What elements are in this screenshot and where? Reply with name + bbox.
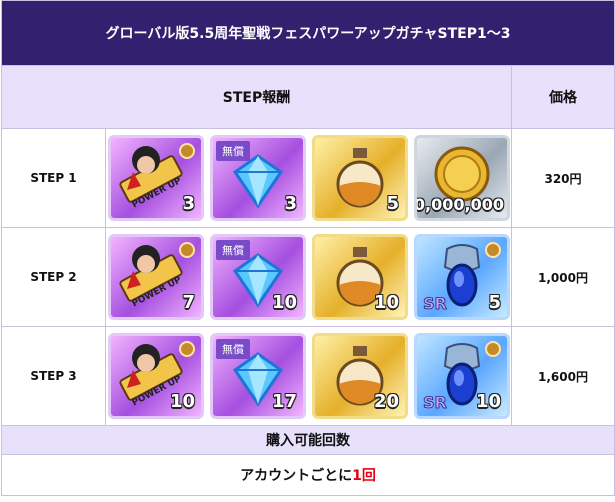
item-quantity: 50,000,000 <box>414 195 504 214</box>
reward-item: POWER UP 10 <box>108 333 204 419</box>
reward-item: POWER UP 3 <box>108 135 204 221</box>
item-quantity: 10 <box>271 292 297 313</box>
step-row-2: STEP 2 POWER UP 7 無償 10 10 SR 5 1,000円 <box>1 227 615 327</box>
step-label: STEP 3 <box>1 326 106 426</box>
price-header: 価格 <box>510 65 615 129</box>
rank-mark-icon <box>179 143 195 159</box>
reward-item: 20 <box>312 333 408 419</box>
free-badge: 無償 <box>216 141 250 161</box>
free-badge: 無償 <box>216 240 250 260</box>
reward-item: POWER UP 7 <box>108 234 204 320</box>
price-value: 320円 <box>510 128 615 228</box>
reward-item: 無償 17 <box>210 333 306 419</box>
purchase-limit-text: アカウントごとに1回 <box>0 454 615 496</box>
reward-item: 50,000,000 <box>414 135 510 221</box>
item-quantity: 10 <box>373 292 399 313</box>
reward-item: SR 5 <box>414 234 510 320</box>
purchase-limit-count: 1回 <box>352 468 376 484</box>
item-quantity: 10 <box>169 391 195 412</box>
svg-text:SR: SR <box>423 294 447 313</box>
purchase-limit-prefix: アカウントごとに <box>240 468 353 484</box>
item-quantity: 5 <box>488 292 501 313</box>
free-badge: 無償 <box>216 339 250 359</box>
svg-text:SR: SR <box>423 393 447 412</box>
reward-item: 10 <box>312 234 408 320</box>
step-label: STEP 1 <box>1 128 106 228</box>
step-row-1: STEP 1 POWER UP 3 無償 3 5 0,000,000 320円 <box>1 128 615 228</box>
item-quantity: 7 <box>182 292 195 313</box>
reward-item: 無償 3 <box>210 135 306 221</box>
step-row-3: STEP 3 POWER UP 10 無償 17 20 SR 10 1,600円 <box>1 326 615 426</box>
price-value: 1,000円 <box>510 227 615 327</box>
price-value: 1,600円 <box>510 326 615 426</box>
item-quantity: 5 <box>386 193 399 214</box>
reward-item: SR 10 <box>414 333 510 419</box>
rank-mark-icon <box>485 341 501 357</box>
item-quantity: 3 <box>182 193 195 214</box>
item-quantity: 10 <box>475 391 501 412</box>
reward-item: 無償 10 <box>210 234 306 320</box>
item-quantity: 3 <box>284 193 297 214</box>
item-quantity: 17 <box>271 391 297 412</box>
rank-mark-icon <box>485 242 501 258</box>
reward-items: POWER UP 10 無償 17 20 SR 10 <box>108 333 511 419</box>
gacha-reward-table: グローバル版5.5周年聖戦フェスパワーアップガチャSTEP1〜3 STEP報酬 … <box>0 0 615 496</box>
rank-mark-icon <box>179 341 195 357</box>
page-title: グローバル版5.5周年聖戦フェスパワーアップガチャSTEP1〜3 <box>0 0 615 66</box>
item-quantity: 20 <box>373 391 399 412</box>
step-label: STEP 2 <box>1 227 106 327</box>
rewards-header: STEP報酬 <box>1 65 512 129</box>
reward-item: 5 <box>312 135 408 221</box>
reward-items: POWER UP 3 無償 3 5 0,000,000 <box>108 135 511 221</box>
rank-mark-icon <box>179 242 195 258</box>
reward-items: POWER UP 7 無償 10 10 SR 5 <box>108 234 511 320</box>
purchase-limit-label: 購入可能回数 <box>0 425 615 455</box>
